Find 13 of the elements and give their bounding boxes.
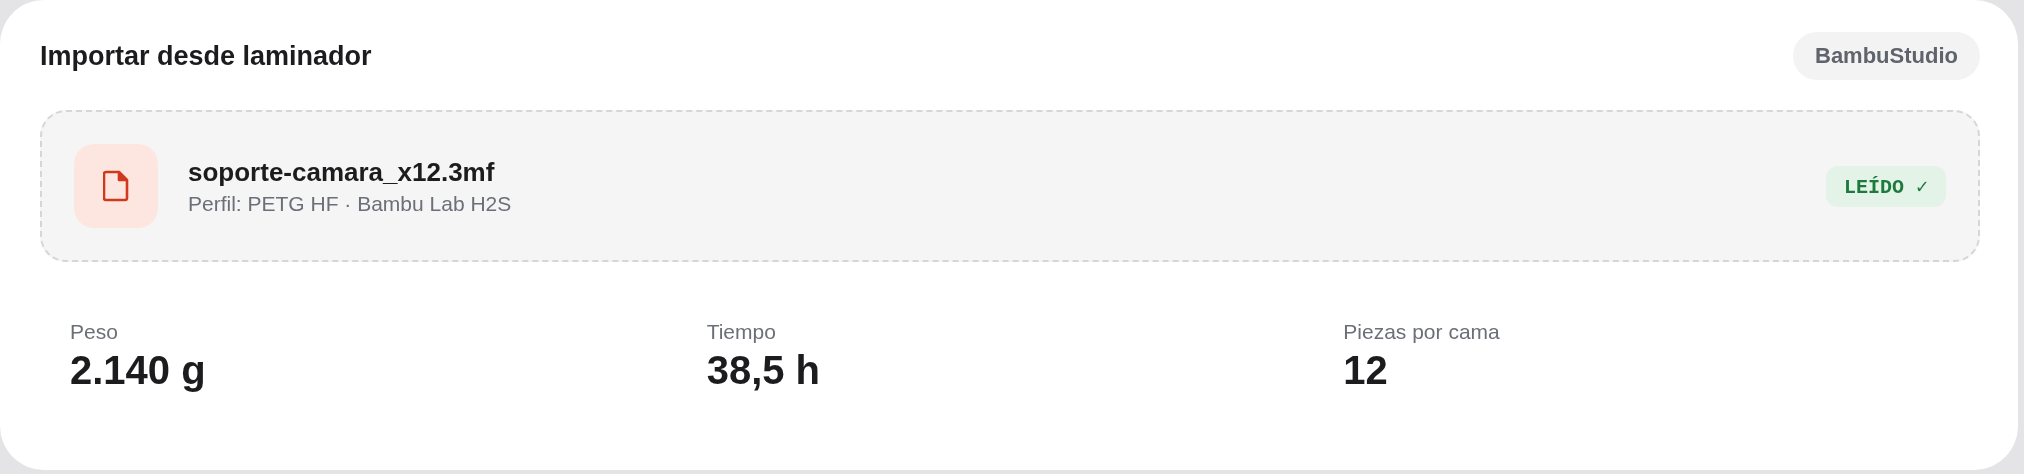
source-badge: BambuStudio [1793, 32, 1980, 80]
card-title: Importar desde laminador [40, 40, 372, 72]
file-profile: Perfil: PETG HF · Bambu Lab H2S [188, 191, 513, 216]
status-badge: LEÍDO ✓ [1825, 165, 1946, 207]
stat-label: Piezas por cama [1343, 320, 1501, 344]
file-icon [103, 170, 129, 202]
stat-label: Tiempo [706, 320, 777, 344]
stat-value: 12 [1343, 348, 1389, 393]
stat-label: Peso [70, 320, 119, 344]
stat-value: 38,5 h [706, 348, 822, 393]
stat-value: 2.140 g [70, 348, 207, 393]
file-drop-zone[interactable]: soporte-camara_x12.3mf Perfil: PETG HF · Bambu Lab H2S LEÍDO ✓ [40, 110, 1980, 262]
file-name: soporte-camara_x12.3mf [188, 156, 496, 188]
